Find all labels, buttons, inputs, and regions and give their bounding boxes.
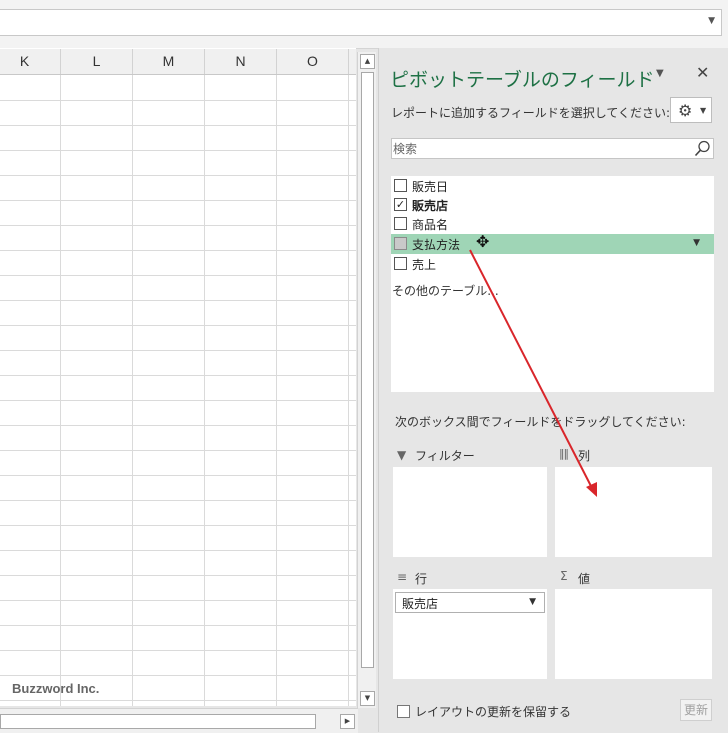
field-item-sales-date[interactable]: 販売日 xyxy=(391,176,714,196)
filter-icon: ▼ xyxy=(397,448,407,462)
horizontal-scrollbar[interactable]: ▶ xyxy=(0,708,358,733)
field-item-store[interactable]: ✓ 販売店 xyxy=(391,195,714,215)
scroll-right-arrow-icon[interactable]: ▶ xyxy=(340,714,355,729)
scroll-down-arrow-icon[interactable]: ▼ xyxy=(360,691,375,706)
field-label: 売上 xyxy=(412,258,437,272)
field-checkbox[interactable] xyxy=(394,257,407,270)
columns-icon: ‖‖ xyxy=(559,447,569,460)
column-header-m[interactable]: M xyxy=(133,49,205,74)
field-checkbox[interactable] xyxy=(394,237,407,250)
rows-icon: ≡ xyxy=(397,570,408,584)
horizontal-scroll-thumb[interactable] xyxy=(0,714,316,729)
cell-gridlines xyxy=(0,75,356,706)
chevron-down-icon[interactable]: ▼ xyxy=(529,597,536,607)
update-button[interactable]: 更新 xyxy=(680,699,712,721)
field-label: 販売店 xyxy=(412,199,449,213)
field-item-product[interactable]: 商品名 xyxy=(391,214,714,234)
values-area-title: 値 xyxy=(578,572,591,586)
field-dropdown-icon[interactable]: ▼ xyxy=(693,238,700,248)
field-label: 販売日 xyxy=(412,180,449,194)
field-label: 支払方法 xyxy=(412,238,461,252)
field-checkbox-checked[interactable]: ✓ xyxy=(394,198,407,211)
column-header-k[interactable]: K xyxy=(0,49,61,74)
close-icon[interactable]: ✕ xyxy=(696,63,709,82)
worksheet-grid[interactable]: K L M N O Buzzword Inc. xyxy=(0,48,356,706)
sigma-icon: Σ xyxy=(560,569,568,583)
values-drop-zone[interactable] xyxy=(555,589,712,679)
field-list: 販売日 ✓ 販売店 商品名 支払方法 ✥ ▼ 売上 その他のテーブル... xyxy=(391,176,714,392)
column-header-n[interactable]: N xyxy=(205,49,277,74)
field-item-sales[interactable]: 売上 xyxy=(391,254,714,274)
column-headers: K L M N O xyxy=(0,49,356,75)
field-label: 商品名 xyxy=(412,218,449,232)
rows-field-label: 販売店 xyxy=(402,597,439,611)
rows-area-title: 行 xyxy=(415,572,428,586)
pane-subtitle: レポートに追加するフィールドを選択してください: xyxy=(391,106,671,120)
scroll-up-arrow-icon[interactable]: ▲ xyxy=(360,54,375,69)
chevron-down-icon: ▼ xyxy=(700,106,707,115)
drag-hint: 次のボックス間でフィールドをドラッグしてください: xyxy=(395,415,686,429)
columns-drop-zone[interactable] xyxy=(555,467,712,557)
field-checkbox[interactable] xyxy=(394,179,407,192)
column-header-l[interactable]: L xyxy=(61,49,133,74)
vertical-scroll-thumb[interactable] xyxy=(361,72,374,668)
field-item-payment-method[interactable]: 支払方法 ✥ ▼ xyxy=(391,232,714,254)
pane-options-dropdown-icon[interactable]: ▼ xyxy=(656,68,664,79)
expand-formula-bar-icon[interactable]: ▼ xyxy=(708,16,715,26)
search-icon[interactable] xyxy=(694,140,711,157)
formula-bar: ▼ xyxy=(0,0,728,49)
formula-input[interactable]: ▼ xyxy=(0,9,722,36)
gear-icon: ⚙ xyxy=(678,101,693,120)
tools-button[interactable]: ⚙ ▼ xyxy=(670,97,712,123)
pane-title: ピボットテーブルのフィールド xyxy=(390,69,655,91)
columns-area-title: 列 xyxy=(578,449,591,463)
watermark: Buzzword Inc. xyxy=(12,681,100,696)
field-search-input[interactable] xyxy=(393,140,693,157)
filter-area-title: フィルター xyxy=(415,449,475,463)
rows-field-chip[interactable]: 販売店 ▼ xyxy=(395,592,545,613)
vertical-scrollbar[interactable]: ▲ ▼ xyxy=(357,52,376,708)
defer-update-checkbox[interactable] xyxy=(397,705,410,718)
column-header-o[interactable]: O xyxy=(277,49,349,74)
field-search-box[interactable] xyxy=(391,138,714,159)
filter-drop-zone[interactable] xyxy=(393,467,547,557)
other-tables-link[interactable]: その他のテーブル... xyxy=(392,282,499,299)
field-checkbox[interactable] xyxy=(394,217,407,230)
defer-update-label: レイアウトの更新を保留する xyxy=(415,705,572,719)
move-cursor-icon: ✥ xyxy=(476,232,490,251)
